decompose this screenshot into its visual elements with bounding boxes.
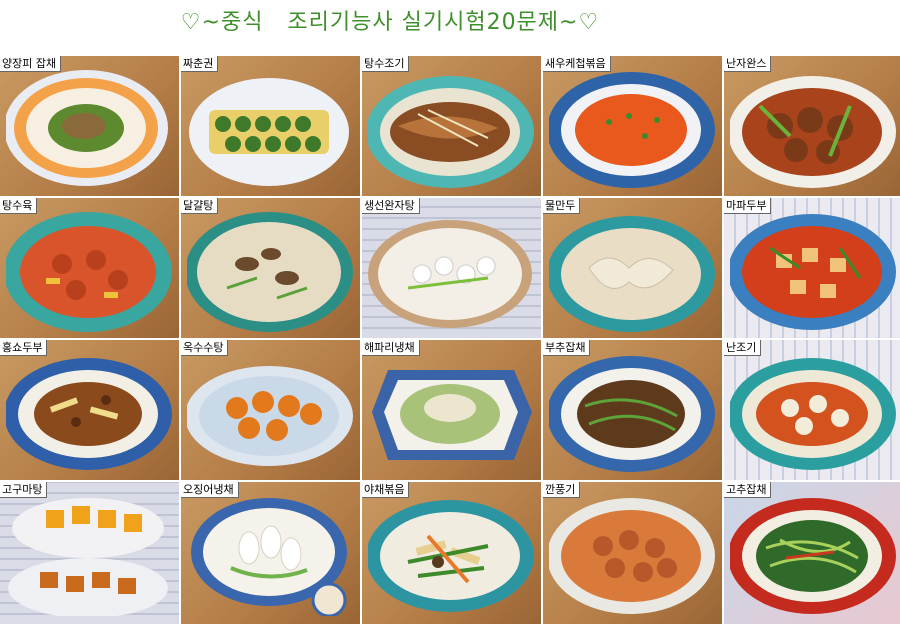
kkanpunggi-photo <box>549 498 715 614</box>
sweet-potato-candied-photo <box>8 498 168 616</box>
chive-japchae-photo <box>549 356 715 472</box>
dish-label: 짜춘권 <box>181 56 219 72</box>
dish-card: 고추잡채 <box>724 482 900 624</box>
dish-label: 부추잡채 <box>543 340 591 356</box>
dish-label: 난조기 <box>724 340 762 356</box>
dish-label: 생선완자탕 <box>362 198 420 214</box>
dish-label: 새우케첩볶음 <box>543 56 611 72</box>
hongshao-tofu-photo <box>6 358 172 470</box>
dish-card: 옥수수탕 <box>181 340 360 480</box>
tangsuyuk-photo <box>6 212 172 332</box>
dish-card: 고구마탕 <box>0 482 179 624</box>
dish-label: 물만두 <box>543 198 581 214</box>
yangjangpi-japchae-photo <box>6 70 168 186</box>
dish-label: 탕수조기 <box>362 56 410 72</box>
dish-photo-grid: 양장피 잡채 짜춘권 탕수조기 새우케첩볶음 난자완스 탕수육 달걀탕 생선완자… <box>0 56 900 624</box>
dish-card: 난자완스 <box>724 56 900 196</box>
squid-salad-photo <box>191 498 347 616</box>
dish-label: 고구마탕 <box>0 482 48 498</box>
dish-card: 생선완자탕 <box>362 198 541 338</box>
dish-label: 야채볶음 <box>362 482 410 498</box>
dish-label: 깐풍기 <box>543 482 581 498</box>
dish-label: 고추잡채 <box>724 482 772 498</box>
dish-label: 해파리냉채 <box>362 340 420 356</box>
fish-ball-soup-photo <box>368 220 532 328</box>
tangsu-jogi-photo <box>368 76 534 188</box>
dish-label: 홍쇼두부 <box>0 340 48 356</box>
dish-label: 오징어냉채 <box>181 482 239 498</box>
dish-card: 홍쇼두부 <box>0 340 179 480</box>
dish-card: 탕수조기 <box>362 56 541 196</box>
dish-card: 짜춘권 <box>181 56 360 196</box>
shrimp-ketchup-stirfry-photo <box>549 72 715 188</box>
dish-label: 옥수수탕 <box>181 340 229 356</box>
mapo-tofu-photo <box>730 214 896 330</box>
nanjogi-photo <box>730 358 896 470</box>
dish-label: 탕수육 <box>0 198 38 214</box>
dish-card: 깐풍기 <box>543 482 722 624</box>
egg-soup-photo <box>187 212 353 332</box>
dish-label: 양장피 잡채 <box>0 56 62 72</box>
dish-card: 새우케첩볶음 <box>543 56 722 196</box>
dish-card: 부추잡채 <box>543 340 722 480</box>
dish-card: 난조기 <box>724 340 900 480</box>
dish-label: 난자완스 <box>724 56 772 72</box>
dish-card: 오징어냉채 <box>181 482 360 624</box>
dish-card: 해파리냉채 <box>362 340 541 480</box>
vegetable-stirfry-photo <box>368 500 534 612</box>
dish-card: 마파두부 <box>724 198 900 338</box>
page-title: ♡~중식 조리기능사 실기시험20문제~♡ <box>180 10 600 35</box>
jjachungwon-photo <box>189 78 349 186</box>
dish-label: 마파두부 <box>724 198 772 214</box>
dish-card: 양장피 잡채 <box>0 56 179 196</box>
dish-card: 탕수육 <box>0 198 179 338</box>
dish-label: 달걀탕 <box>181 198 219 214</box>
nanjawanseu-photo <box>730 76 896 188</box>
dish-card: 물만두 <box>543 198 722 338</box>
boiled-dumpling-photo <box>549 216 715 332</box>
corn-ball-photo <box>187 366 353 466</box>
dish-card: 달걀탕 <box>181 198 360 338</box>
jellyfish-salad-photo <box>372 370 532 460</box>
dish-card: 야채볶음 <box>362 482 541 624</box>
pepper-japchae-photo <box>730 498 896 614</box>
